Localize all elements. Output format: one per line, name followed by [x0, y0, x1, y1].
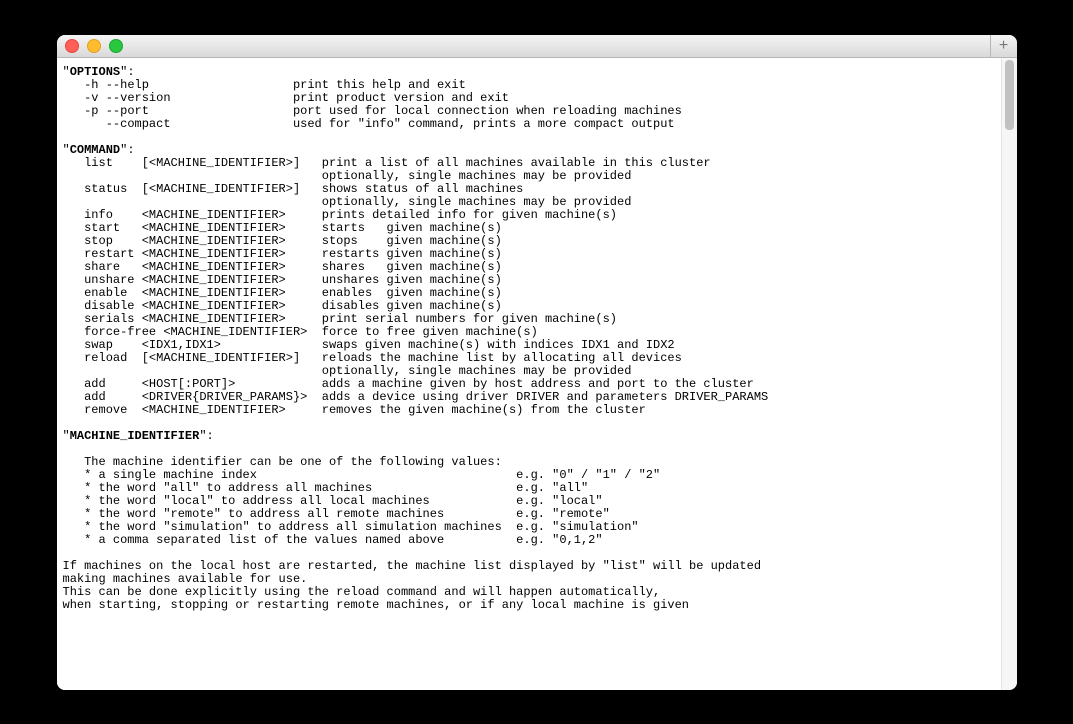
command-row: force-free <MACHINE_IDENTIFIER> force to… — [63, 325, 538, 339]
command-row: info <MACHINE_IDENTIFIER> prints detaile… — [63, 208, 618, 222]
command-row: stop <MACHINE_IDENTIFIER> stops given ma… — [63, 234, 502, 248]
command-row: restart <MACHINE_IDENTIFIER> restarts gi… — [63, 247, 502, 261]
minimize-icon[interactable] — [87, 39, 101, 53]
command-row: share <MACHINE_IDENTIFIER> shares given … — [63, 260, 502, 274]
command-row: swap <IDX1,IDX1> swaps given machine(s) … — [63, 338, 675, 352]
footer-line: If machines on the local host are restar… — [63, 559, 762, 573]
new-tab-button[interactable]: + — [990, 35, 1017, 57]
mid-row: * the word "all" to address all machines… — [63, 481, 589, 495]
footer-line: This can be done explicitly using the re… — [63, 585, 661, 599]
mid-row: * a single machine index e.g. "0" / "1" … — [63, 468, 661, 482]
command-row: status [<MACHINE_IDENTIFIER>] shows stat… — [63, 182, 524, 196]
command-row: optionally, single machines may be provi… — [63, 169, 632, 183]
maximize-icon[interactable] — [109, 39, 123, 53]
command-row: add <HOST[:PORT]> adds a machine given b… — [63, 377, 754, 391]
footer-line: making machines available for use. — [63, 572, 308, 586]
command-row: reload [<MACHINE_IDENTIFIER>] reloads th… — [63, 351, 682, 365]
command-row: start <MACHINE_IDENTIFIER> starts given … — [63, 221, 502, 235]
command-row: serials <MACHINE_IDENTIFIER> print seria… — [63, 312, 618, 326]
command-heading: COMMAND — [70, 143, 120, 157]
traffic-lights — [65, 39, 123, 53]
mid-row: * the word "local" to address all local … — [63, 494, 603, 508]
footer-line: when starting, stopping or restarting re… — [63, 598, 690, 612]
options-heading: OPTIONS — [70, 65, 120, 79]
command-row: optionally, single machines may be provi… — [63, 364, 632, 378]
scrollbar[interactable] — [1001, 58, 1017, 690]
command-row: optionally, single machines may be provi… — [63, 195, 632, 209]
command-row: disable <MACHINE_IDENTIFIER> disables gi… — [63, 299, 502, 313]
mid-row: * the word "simulation" to address all s… — [63, 520, 639, 534]
mid-intro: The machine identifier can be one of the… — [63, 455, 502, 469]
mid-row: * the word "remote" to address all remot… — [63, 507, 610, 521]
command-row: list [<MACHINE_IDENTIFIER>] print a list… — [63, 156, 711, 170]
close-icon[interactable] — [65, 39, 79, 53]
command-row: unshare <MACHINE_IDENTIFIER> unshares gi… — [63, 273, 502, 287]
terminal-content: "OPTIONS": -h --help print this help and… — [57, 58, 1017, 690]
command-row: add <DRIVER{DRIVER_PARAMS}> adds a devic… — [63, 390, 769, 404]
command-row: remove <MACHINE_IDENTIFIER> removes the … — [63, 403, 646, 417]
scroll-thumb[interactable] — [1005, 60, 1014, 130]
mid-row: * a comma separated list of the values n… — [63, 533, 603, 547]
terminal-window: + "OPTIONS": -h --help print this help a… — [57, 35, 1017, 690]
option-row: -p --port port used for local connection… — [63, 104, 682, 118]
machine-identifier-heading: MACHINE_IDENTIFIER — [70, 429, 200, 443]
option-row: --compact used for "info" command, print… — [63, 117, 675, 131]
option-row: -v --version print product version and e… — [63, 91, 510, 105]
command-row: enable <MACHINE_IDENTIFIER> enables give… — [63, 286, 502, 300]
option-row: -h --help print this help and exit — [63, 78, 466, 92]
window-titlebar: + — [57, 35, 1017, 58]
